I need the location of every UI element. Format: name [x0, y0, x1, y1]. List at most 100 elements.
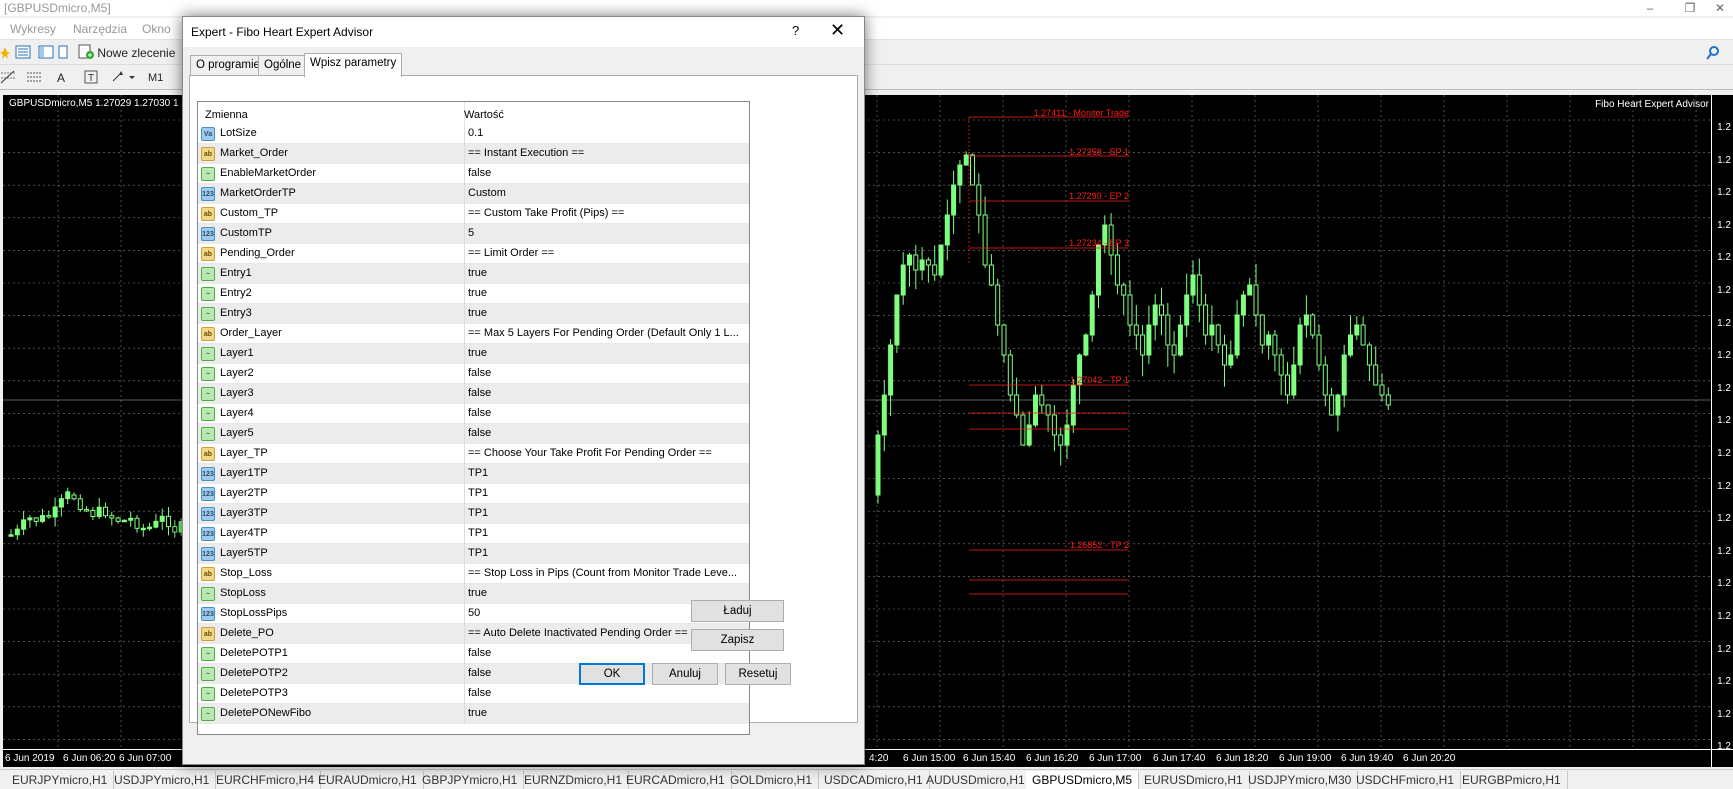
table-row[interactable]: 123 Layer1TP TP1: [198, 464, 749, 484]
param-value[interactable]: true: [468, 347, 746, 359]
param-value[interactable]: == Custom Take Profit (Pips) ==: [468, 207, 746, 219]
param-value[interactable]: == Limit Order ==: [468, 247, 746, 259]
load-button[interactable]: Ładuj: [691, 600, 784, 622]
text-label-tool-icon[interactable]: T: [84, 69, 98, 87]
param-value[interactable]: == Instant Execution ==: [468, 147, 746, 159]
param-value[interactable]: false: [468, 387, 746, 399]
symbol-tab[interactable]: GOLDmicro,H1: [724, 771, 820, 789]
param-value[interactable]: 5: [468, 227, 746, 239]
search-icon[interactable]: [1705, 45, 1721, 61]
navigator-icon[interactable]: [38, 44, 54, 62]
param-value[interactable]: TP1: [468, 507, 746, 519]
table-row[interactable]: 123 Layer2TP TP1: [198, 484, 749, 504]
table-row[interactable]: ab Stop_Loss == Stop Loss in Pips (Count f…: [198, 564, 749, 584]
table-row[interactable]: ~ Layer4 false: [198, 404, 749, 424]
table-row[interactable]: ~ DeletePOTP3 false: [198, 684, 749, 704]
param-value[interactable]: 0.1: [468, 127, 746, 139]
star-icon[interactable]: [0, 44, 10, 62]
tab-about[interactable]: O programie: [190, 55, 266, 75]
param-value[interactable]: true: [468, 707, 746, 719]
symbol-tab[interactable]: EURNZDmicro,H1: [518, 771, 630, 789]
new-order-button[interactable]: Nowe zlecenie: [78, 44, 175, 62]
save-button[interactable]: Zapisz: [691, 629, 784, 651]
table-row[interactable]: 123 CustomTP 5: [198, 224, 749, 244]
fibo-tool-icon[interactable]: [0, 69, 16, 87]
cell-separator: [464, 144, 465, 164]
table-row[interactable]: 123 StopLossPips 50: [198, 604, 749, 624]
symbol-tab[interactable]: USDCADmicro,H1: [818, 771, 930, 789]
help-button[interactable]: ?: [792, 23, 799, 38]
table-row[interactable]: Va LotSize 0.1: [198, 124, 749, 144]
tab-common[interactable]: Ogólne: [258, 55, 308, 75]
table-row[interactable]: 123 MarketOrderTP Custom: [198, 184, 749, 204]
symbol-tab[interactable]: USDJPYmicro,M30: [1242, 771, 1359, 789]
table-row[interactable]: 123 Layer3TP TP1: [198, 504, 749, 524]
table-row[interactable]: ~ Layer5 false: [198, 424, 749, 444]
param-value[interactable]: == Stop Loss in Pips (Count from Monitor…: [468, 567, 746, 579]
table-row[interactable]: 123 Layer5TP TP1: [198, 544, 749, 564]
symbol-tab[interactable]: EURGBPmicro,H1: [1456, 771, 1568, 789]
column-header-value[interactable]: Wartość: [464, 109, 504, 121]
param-value[interactable]: false: [468, 367, 746, 379]
symbol-tab[interactable]: EURCHFmicro,H4: [210, 771, 322, 789]
close-window-button[interactable]: ✕: [1700, 0, 1733, 16]
table-row[interactable]: ~ DeletePONewFibo true: [198, 704, 749, 724]
param-value[interactable]: true: [468, 287, 746, 299]
param-value[interactable]: == Choose Your Take Profit For Pending O…: [468, 447, 746, 459]
cancel-button[interactable]: Anuluj: [652, 663, 718, 685]
menu-window[interactable]: Okno: [142, 22, 171, 36]
table-row[interactable]: ~ StopLoss true: [198, 584, 749, 604]
table-row[interactable]: ~ Layer3 false: [198, 384, 749, 404]
reset-button[interactable]: Resetuj: [725, 663, 791, 685]
arrow-tool-icon[interactable]: [111, 69, 137, 87]
market-watch-icon[interactable]: [15, 44, 31, 62]
table-row[interactable]: ab Custom_TP == Custom Take Profit (Pips) …: [198, 204, 749, 224]
table-row[interactable]: ab Market_Order == Instant Execution ==: [198, 144, 749, 164]
symbol-tab[interactable]: GBPUSDmicro,M5: [1026, 771, 1140, 789]
symbol-tab[interactable]: AUDUSDmicro,H1: [920, 771, 1032, 789]
table-row[interactable]: 123 Layer4TP TP1: [198, 524, 749, 544]
text-tool-icon[interactable]: A: [57, 69, 65, 87]
menu-charts[interactable]: Wykresy: [10, 22, 56, 36]
param-value[interactable]: TP1: [468, 527, 746, 539]
param-value[interactable]: == Max 5 Layers For Pending Order (Defau…: [468, 327, 746, 339]
table-row[interactable]: ab Pending_Order == Limit Order ==: [198, 244, 749, 264]
table-row[interactable]: ~ Layer2 false: [198, 364, 749, 384]
symbol-tab[interactable]: EURAUDmicro,H1: [312, 771, 424, 789]
param-value[interactable]: TP1: [468, 487, 746, 499]
terminal-icon[interactable]: [58, 44, 68, 62]
grid-tool-icon[interactable]: [26, 69, 42, 87]
symbol-tab[interactable]: EURUSDmicro,H1: [1138, 771, 1250, 789]
param-value[interactable]: false: [468, 407, 746, 419]
table-row[interactable]: ab Delete_PO == Auto Delete Inactivated Pe…: [198, 624, 749, 644]
table-row[interactable]: ~ EnableMarketOrder false: [198, 164, 749, 184]
menu-tools[interactable]: Narzędzia: [73, 22, 127, 36]
param-value[interactable]: TP1: [468, 467, 746, 479]
param-value[interactable]: TP1: [468, 547, 746, 559]
param-value[interactable]: true: [468, 307, 746, 319]
param-value[interactable]: true: [468, 587, 746, 599]
param-value[interactable]: false: [468, 427, 746, 439]
table-row[interactable]: ~ Entry3 true: [198, 304, 749, 324]
param-value[interactable]: Custom: [468, 187, 746, 199]
table-row[interactable]: ~ Layer1 true: [198, 344, 749, 364]
dialog-close-button[interactable]: ✕: [830, 20, 845, 40]
table-row[interactable]: ab Order_Layer == Max 5 Layers For Pending…: [198, 324, 749, 344]
minimize-button[interactable]: –: [1630, 0, 1670, 16]
symbol-tab[interactable]: EURJPYmicro,H1: [6, 771, 115, 789]
symbol-tab[interactable]: GBPJPYmicro,H1: [416, 771, 525, 789]
param-value[interactable]: false: [468, 687, 746, 699]
table-row[interactable]: ~ Entry1 true: [198, 264, 749, 284]
tab-inputs[interactable]: Wpisz parametry: [304, 53, 403, 77]
symbol-tab[interactable]: USDCHFmicro,H1: [1350, 771, 1462, 789]
column-header-variable[interactable]: Zmienna: [205, 109, 248, 121]
table-row[interactable]: ~ Entry2 true: [198, 284, 749, 304]
table-row[interactable]: ~ DeletePOTP1 false: [198, 644, 749, 664]
ok-button[interactable]: OK: [579, 663, 645, 685]
symbol-tab[interactable]: USDJPYmicro,H1: [108, 771, 217, 789]
symbol-tab[interactable]: EURCADmicro,H1: [620, 771, 732, 789]
timeframe-m1-button[interactable]: M1: [148, 69, 163, 87]
table-row[interactable]: ab Layer_TP == Choose Your Take Profit For…: [198, 444, 749, 464]
param-value[interactable]: true: [468, 267, 746, 279]
param-value[interactable]: false: [468, 167, 746, 179]
